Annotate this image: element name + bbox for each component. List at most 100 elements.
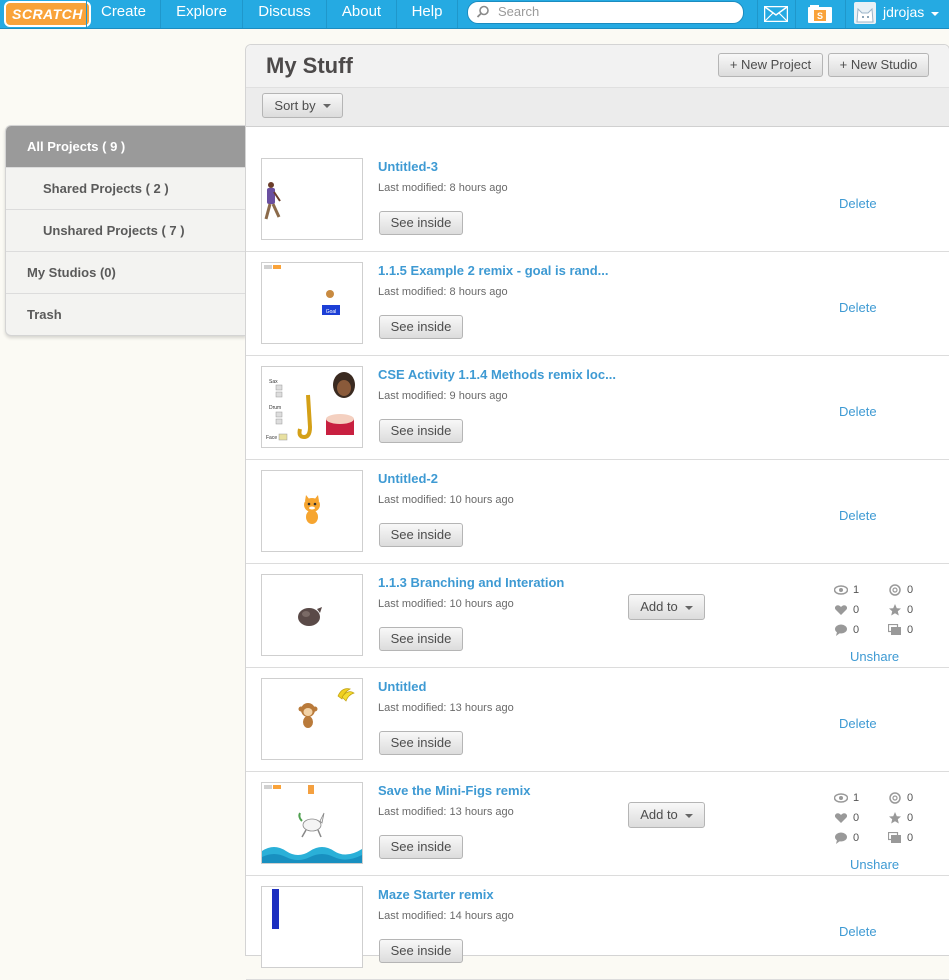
unshare-link[interactable]: Unshare: [850, 649, 899, 664]
project-row: Untitled-3 Last modified: 8 hours ago Se…: [246, 148, 949, 252]
remixes-count: 0: [907, 584, 914, 596]
last-modified: Last modified: 14 hours ago: [378, 910, 514, 922]
comments-count: 0: [853, 832, 860, 844]
nav-help[interactable]: Help: [396, 0, 458, 28]
last-modified: Last modified: 9 hours ago: [378, 390, 508, 402]
envelope-icon: [764, 6, 788, 22]
see-inside-button[interactable]: See inside: [379, 939, 463, 963]
thumb-face-label: Face: [266, 435, 277, 441]
my-stuff-button[interactable]: S: [795, 0, 845, 28]
project-thumbnail[interactable]: [261, 158, 363, 240]
see-inside-button[interactable]: See inside: [379, 211, 463, 235]
last-modified: Last modified: 10 hours ago: [378, 494, 514, 506]
delete-link[interactable]: Delete: [839, 300, 877, 315]
sidebar-item-shared-projects[interactable]: Shared Projects ( 2 ): [6, 168, 246, 210]
loves-count: 0: [853, 812, 860, 824]
last-modified: Last modified: 10 hours ago: [378, 598, 514, 610]
remixes-count: 0: [907, 792, 914, 804]
thumb-goal-label: Goal: [326, 309, 337, 315]
delete-link[interactable]: Delete: [839, 508, 877, 523]
delete-link[interactable]: Delete: [839, 196, 877, 211]
new-studio-button[interactable]: + New Studio: [828, 53, 929, 77]
project-thumbnail[interactable]: [261, 678, 363, 760]
project-thumbnail[interactable]: [261, 886, 363, 968]
see-inside-button[interactable]: See inside: [379, 627, 463, 651]
cat-avatar-icon: [856, 7, 874, 23]
project-thumbnail[interactable]: [261, 470, 363, 552]
chevron-down-icon: [684, 813, 693, 818]
heart-icon: [834, 813, 848, 823]
nav-explore[interactable]: Explore: [160, 0, 242, 28]
search-input[interactable]: [498, 3, 733, 20]
sidebar-item-my-studios[interactable]: My Studios (0): [6, 252, 246, 294]
new-project-button[interactable]: + New Project: [718, 53, 823, 77]
see-inside-button[interactable]: See inside: [379, 523, 463, 547]
eye-icon: [834, 585, 848, 595]
star-icon: [889, 812, 901, 824]
chevron-down-icon: [931, 12, 939, 16]
eye-icon: [834, 793, 848, 803]
folder-icon: S: [808, 5, 832, 23]
project-thumbnail[interactable]: [261, 574, 363, 656]
add-to-label: Add to: [640, 807, 678, 822]
sidebar: All Projects ( 9 ) Shared Projects ( 2 )…: [5, 125, 246, 336]
add-to-button[interactable]: Add to: [628, 802, 705, 828]
studios-count: 0: [907, 624, 914, 636]
project-title[interactable]: Save the Mini-Figs remix: [378, 783, 530, 798]
panel-header: My Stuff + New Project + New Studio: [246, 45, 949, 88]
top-nav-bar: SCRATCH Create Explore Discuss About Hel…: [0, 0, 949, 29]
page-title: My Stuff: [266, 53, 353, 78]
project-title[interactable]: Maze Starter remix: [378, 887, 494, 902]
messages-button[interactable]: [757, 0, 795, 28]
project-list: Untitled-3 Last modified: 8 hours ago Se…: [246, 148, 949, 980]
thumb-drum-label: Drum: [269, 405, 281, 411]
project-title[interactable]: Untitled-3: [378, 159, 438, 174]
studios-count: 0: [907, 832, 914, 844]
project-title[interactable]: Untitled: [378, 679, 426, 694]
delete-link[interactable]: Delete: [839, 716, 877, 731]
nav-create[interactable]: Create: [86, 0, 160, 28]
heart-icon: [834, 605, 848, 615]
sidebar-item-all-projects[interactable]: All Projects ( 9 ): [6, 126, 246, 168]
project-thumbnail[interactable]: Sax Drum Face: [261, 366, 363, 448]
nav-about[interactable]: About: [326, 0, 396, 28]
project-title[interactable]: Untitled-2: [378, 471, 438, 486]
last-modified: Last modified: 8 hours ago: [378, 182, 508, 194]
views-count: 1: [853, 792, 860, 804]
sort-by-button[interactable]: Sort by: [262, 93, 343, 118]
see-inside-button[interactable]: See inside: [379, 731, 463, 755]
project-title[interactable]: CSE Activity 1.1.4 Methods remix loc...: [378, 367, 616, 382]
thumb-sax-label: Sax: [269, 379, 278, 385]
user-menu[interactable]: jdrojas: [845, 0, 949, 28]
see-inside-button[interactable]: See inside: [379, 419, 463, 443]
views-count: 1: [853, 584, 860, 596]
favorites-count: 0: [907, 604, 914, 616]
project-thumbnail[interactable]: [261, 782, 363, 864]
chevron-down-icon: [322, 104, 331, 109]
sidebar-item-trash[interactable]: Trash: [6, 294, 246, 335]
project-title[interactable]: 1.1.5 Example 2 remix - goal is rand...: [378, 263, 609, 278]
sidebar-item-unshared-projects[interactable]: Unshared Projects ( 7 ): [6, 210, 246, 252]
project-title[interactable]: 1.1.3 Branching and Interation: [378, 575, 564, 590]
add-to-button[interactable]: Add to: [628, 594, 705, 620]
search-icon: [476, 5, 489, 18]
chevron-down-icon: [684, 605, 693, 610]
unicorn-waves-icon: [262, 785, 362, 863]
see-inside-button[interactable]: See inside: [379, 315, 463, 339]
remix-icon: [889, 584, 901, 596]
search-box[interactable]: [467, 1, 744, 24]
last-modified: Last modified: 13 hours ago: [378, 702, 514, 714]
scratch-logo[interactable]: SCRATCH: [4, 1, 91, 27]
scratch-cat-icon: [304, 495, 320, 524]
project-thumbnail[interactable]: Goal: [261, 262, 363, 344]
project-row: Goal 1.1.5 Example 2 remix - goal is ran…: [246, 252, 949, 356]
studio-icon: [888, 624, 901, 635]
project-row: Sax Drum Face CSE Activity 1.1.4 Methods…: [246, 356, 949, 460]
nav-discuss[interactable]: Discuss: [242, 0, 326, 28]
see-inside-button[interactable]: See inside: [379, 835, 463, 859]
unshare-link[interactable]: Unshare: [850, 857, 899, 872]
delete-link[interactable]: Delete: [839, 924, 877, 939]
sort-by-label: Sort by: [274, 97, 316, 113]
comment-icon: [835, 832, 847, 844]
delete-link[interactable]: Delete: [839, 404, 877, 419]
